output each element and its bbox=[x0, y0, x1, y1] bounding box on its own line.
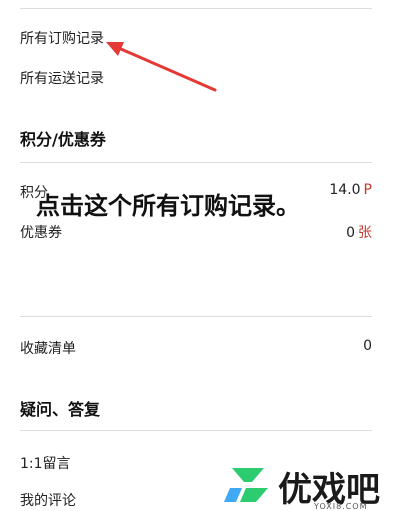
wishlist-label[interactable]: 收藏清单 bbox=[20, 338, 76, 358]
all-orders-link[interactable]: 所有订购记录 bbox=[20, 28, 104, 48]
coupon-label: 优惠券 bbox=[20, 225, 62, 241]
red-arrow-annotation bbox=[106, 42, 217, 92]
instruction-caption: 点击这个所有订购记录。 bbox=[36, 192, 300, 220]
top-divider bbox=[20, 8, 372, 9]
wishlist-divider bbox=[20, 316, 372, 317]
points-value[interactable]: 14.0 P bbox=[329, 182, 372, 198]
site-watermark: 优戏吧 YOXI8.COM bbox=[222, 460, 400, 511]
coupon-number: 0 bbox=[346, 225, 355, 241]
watermark-domain: YOXI8.COM bbox=[314, 502, 368, 511]
review-link[interactable]: 我的评论 bbox=[20, 490, 76, 510]
points-unit: P bbox=[363, 182, 372, 198]
points-number: 14.0 bbox=[329, 182, 361, 198]
message-link[interactable]: 1:1留言 bbox=[20, 453, 71, 473]
section-divider bbox=[20, 162, 372, 163]
points-coupons-title: 积分/优惠券 bbox=[20, 130, 106, 149]
qa-divider bbox=[20, 430, 372, 431]
coupon-unit: 张 bbox=[358, 225, 372, 241]
arrow-shaft bbox=[112, 44, 217, 92]
all-shipping-link[interactable]: 所有运送记录 bbox=[20, 68, 104, 88]
watermark-logo-icon bbox=[224, 468, 268, 502]
coupon-value[interactable]: 0张 bbox=[346, 222, 372, 242]
qa-title: 疑问、答复 bbox=[20, 400, 101, 419]
wishlist-count: 0 bbox=[363, 338, 372, 354]
